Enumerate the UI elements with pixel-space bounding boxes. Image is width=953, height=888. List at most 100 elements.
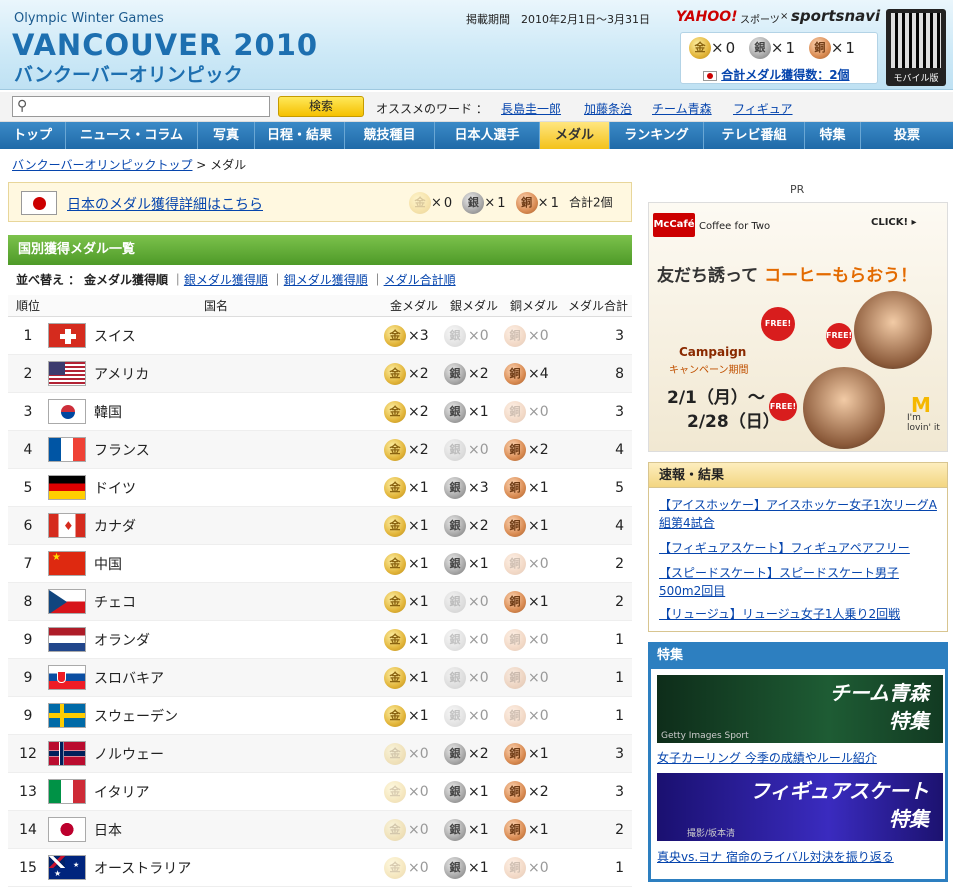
gold-count: ×1 — [408, 593, 429, 610]
gold-count: ×1 — [408, 631, 429, 648]
sort-bronze-link[interactable]: 銅メダル獲得順 — [284, 273, 368, 287]
table-row: 14 日本金 ×0 銀 ×1 銅 ×1 2 — [8, 811, 632, 849]
logo-title[interactable]: VANCOUVER 2010 — [12, 28, 318, 62]
nav-item[interactable]: 投票 — [861, 122, 953, 149]
bronze-count: ×4 — [528, 365, 549, 382]
gold-medal-icon: 金 — [384, 514, 406, 537]
nav-item[interactable]: 日程・結果 — [255, 122, 345, 149]
section-title: 国別獲得メダル一覧 — [8, 235, 632, 265]
japan-medal-box: 日本のメダル獲得詳細はこちら 金 × 0 銀 × 1 銅 × 1 合計2個 — [8, 182, 632, 222]
keyword-link[interactable]: チーム青森 — [652, 100, 712, 117]
qr-code-icon — [891, 13, 941, 68]
team-aomori-banner[interactable]: チーム青森 特集 Getty Images Sport — [657, 675, 943, 743]
sweden-flag-icon — [48, 703, 86, 728]
free-badge: FREE! — [826, 323, 852, 349]
table-row: 9 スロバキア金 ×1 銀 ×0 銅 ×0 1 — [8, 659, 632, 697]
mccafe-ad-banner[interactable]: McCafé Coffee for Two CLICK! ▸ 友だち誘って コー… — [648, 202, 948, 452]
gold-count: ×2 — [408, 441, 429, 458]
table-row: 13 イタリア 金 ×0 銀 ×1 銅 ×2 3 — [8, 773, 632, 811]
features-title: 特集 — [651, 645, 945, 669]
country-name: 中国 — [94, 556, 122, 573]
table-row: 7 ★ 中国金 ×1 銀 ×1 銅 ×0 2 — [8, 545, 632, 583]
bronze-medal-icon: 銅 — [504, 324, 526, 347]
campaign-label: Campaign — [679, 345, 747, 359]
yahoo-logo[interactable]: YAHOO! — [676, 9, 738, 25]
total-medals-link[interactable]: 合計メダル獲得数：2個 — [721, 68, 849, 82]
table-row: 1 スイス金 ×3 銀 ×0 銅 ×0 3 — [8, 317, 632, 355]
news-item-link[interactable]: 【フィギュアスケート】フィギュアペアフリー — [659, 539, 941, 557]
silver-medal-icon: 銀 — [444, 590, 466, 613]
silver-count: 1 — [785, 39, 796, 57]
features-box: 特集 チーム青森 特集 Getty Images Sport 女子カーリング 今… — [648, 642, 948, 882]
news-item-link[interactable]: 【リュージュ】リュージュ女子1人乗り2回戦 — [659, 605, 941, 623]
nav-item[interactable]: 写真 — [198, 122, 255, 149]
sportsnavi-logo[interactable]: sportsnavi — [791, 7, 880, 25]
feature-caption-link[interactable]: 真央vs.ヨナ 宿命のライバル対決を振り返る — [657, 848, 894, 865]
gold-medal-icon: 金 — [409, 192, 431, 214]
bronze-medal-icon: 銅 — [504, 856, 526, 879]
nav-item[interactable]: トップ — [0, 122, 66, 149]
breadcrumb-home-link[interactable]: バンクーバーオリンピックトップ — [12, 158, 192, 172]
rank: 15 — [19, 859, 37, 876]
nav-item[interactable]: 特集 — [805, 122, 861, 149]
japan-medal-detail-link[interactable]: 日本のメダル獲得詳細はこちら — [67, 194, 263, 214]
rank: 14 — [19, 821, 37, 838]
gold-medal-icon: 金 — [384, 704, 406, 727]
rank: 12 — [19, 745, 37, 762]
gold-medal-icon: 金 — [384, 856, 406, 879]
bronze-count: ×2 — [528, 441, 549, 458]
japan-medal-summary: 金 × 0 銀 × 1 銅 × 1 合計メダル獲得数：2個 — [680, 32, 878, 84]
bronze-count: ×1 — [528, 821, 549, 838]
country-name: 韓国 — [94, 404, 122, 421]
bronze-count: ×1 — [528, 593, 549, 610]
silver-count: ×0 — [468, 441, 489, 458]
gold-medal-icon: 金 — [384, 742, 406, 765]
sort-total-link[interactable]: メダル合計順 — [384, 273, 456, 287]
logo-japanese[interactable]: バンクーバーオリンピック — [14, 60, 243, 87]
news-results-box: 速報・結果 【アイスホッケー】アイスホッケー女子1次リーグA組第4試合 【フィギ… — [648, 462, 948, 632]
search-input[interactable]: ⚲ — [12, 96, 270, 117]
feature-caption-link[interactable]: 女子カーリング 今季の成績やルール紹介 — [657, 749, 877, 766]
bronze-count: ×0 — [528, 555, 549, 572]
usa-flag-icon — [48, 361, 86, 386]
nav-item[interactable]: 競技種目 — [345, 122, 435, 149]
gold-count: ×0 — [408, 821, 429, 838]
sort-bar: 並べ替え ： 金メダル獲得順 ｜銀メダル獲得順 ｜銅メダル獲得順 ｜メダル合計順 — [16, 273, 456, 287]
medal-total: 8 — [615, 365, 624, 382]
norway-flag-icon — [48, 741, 86, 766]
bronze-count: ×0 — [528, 669, 549, 686]
nav-item[interactable]: ランキング — [610, 122, 704, 149]
table-header: 順位 国名 金メダル 銀メダル 銅メダル メダル合計 — [8, 295, 632, 317]
nav-item[interactable]: テレビ番組 — [704, 122, 805, 149]
nav-item-active[interactable]: メダル — [540, 122, 610, 149]
czech-flag-icon — [48, 589, 86, 614]
keyword-link[interactable]: 長島圭一郎 — [501, 100, 561, 117]
table-row: 2 アメリカ金 ×2 銀 ×2 銅 ×4 8 — [8, 355, 632, 393]
medal-total: 2 — [615, 555, 624, 572]
bronze-medal-icon: 銅 — [504, 704, 526, 727]
keyword-link[interactable]: 加藤条治 — [584, 100, 632, 117]
gold-medal-icon: 金 — [689, 37, 711, 59]
keyword-link[interactable]: フィギュア — [733, 100, 793, 117]
search-icon: ⚲ — [17, 98, 28, 114]
silver-count: ×0 — [468, 707, 489, 724]
recommended-words-label: オススメのワード ： — [376, 102, 488, 116]
silver-count: ×3 — [468, 479, 489, 496]
bronze-medal-icon: 銅 — [504, 552, 526, 575]
silver-medal-icon: 銀 — [748, 37, 771, 59]
nav-item[interactable]: ニュース・コラム — [66, 122, 198, 149]
news-item-link[interactable]: 【スピードスケート】スピードスケート男子500m2回目 — [659, 564, 941, 600]
news-item-link[interactable]: 【アイスホッケー】アイスホッケー女子1次リーグA組第4試合 — [659, 496, 941, 532]
silver-medal-icon: 銀 — [444, 666, 466, 689]
nav-item[interactable]: 日本人選手 — [435, 122, 540, 149]
mobile-qr-code[interactable]: モバイル版 — [886, 9, 946, 86]
rank: 9 — [23, 669, 33, 686]
mobile-version-label: モバイル版 — [893, 74, 939, 84]
country-name: 日本 — [94, 822, 122, 839]
figure-skating-banner[interactable]: フィギュアスケート 特集 撮影/坂本清 — [657, 773, 943, 841]
sort-silver-link[interactable]: 銀メダル獲得順 — [184, 273, 268, 287]
bronze-medal-icon: 銅 — [504, 476, 526, 499]
search-button[interactable]: 検索 — [278, 96, 364, 117]
australia-flag-icon: ★ ★ — [48, 855, 86, 880]
rank: 13 — [19, 783, 37, 800]
